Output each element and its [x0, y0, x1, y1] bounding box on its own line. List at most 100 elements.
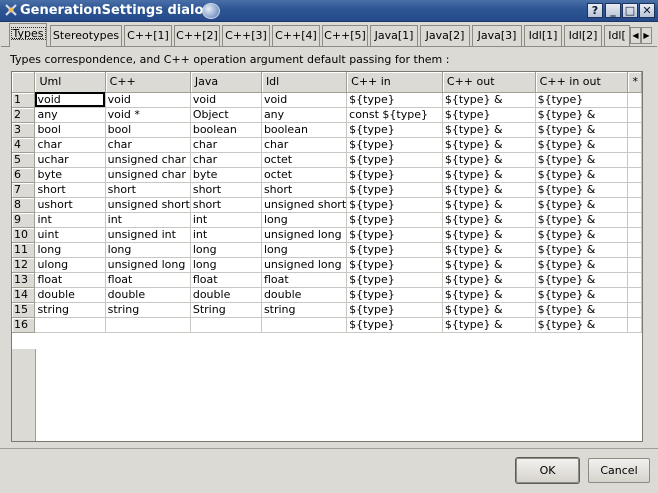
cell-java[interactable]: short: [190, 182, 262, 198]
cell-cpp-in-out[interactable]: ${type} &: [535, 227, 629, 243]
row-number[interactable]: 12: [12, 257, 36, 273]
cell-cpp[interactable]: unsigned short: [105, 197, 191, 213]
cell-cpp-in[interactable]: ${type}: [346, 212, 443, 228]
cell-uml[interactable]: uchar: [34, 152, 106, 168]
cell-cpp-out[interactable]: ${type} &: [442, 302, 536, 318]
cell-uml[interactable]: int: [34, 212, 106, 228]
row-number[interactable]: 5: [12, 152, 36, 168]
cell-cpp-in-out[interactable]: ${type} &: [535, 167, 629, 183]
row-number[interactable]: 8: [12, 197, 36, 213]
cell-idl[interactable]: octet: [261, 167, 348, 183]
cell-cpp-out[interactable]: ${type} &: [442, 272, 536, 288]
tab-cpp-4[interactable]: C++[4]: [272, 25, 320, 46]
tab-java-3[interactable]: Java[3]: [472, 25, 522, 46]
tab-cpp-1[interactable]: C++[1]: [124, 25, 172, 46]
tab-cpp-2[interactable]: C++[2]: [174, 25, 220, 46]
cell-delete[interactable]: [627, 92, 642, 108]
cell-idl[interactable]: long: [261, 212, 348, 228]
cell-delete[interactable]: [627, 227, 642, 243]
column-header-cpp-in[interactable]: C++ in: [346, 72, 443, 93]
cell-cpp-in-out[interactable]: ${type} &: [535, 272, 629, 288]
cell-uml[interactable]: short: [34, 182, 106, 198]
cell-uml[interactable]: long: [34, 242, 106, 258]
cell-cpp[interactable]: [105, 317, 191, 333]
cell-uml[interactable]: [34, 317, 106, 333]
table-row[interactable]: 12 ulong unsigned long long unsigned long ${t…: [12, 257, 642, 273]
cell-delete[interactable]: [627, 212, 642, 228]
table-row[interactable]: 3 bool bool boolean boolean ${type} ${type} & $…: [12, 122, 642, 138]
cell-java[interactable]: [190, 317, 262, 333]
cell-cpp-in[interactable]: ${type}: [346, 167, 443, 183]
cell-cpp-in[interactable]: ${type}: [346, 272, 443, 288]
table-row[interactable]: 5 uchar unsigned char char octet ${type} ${typ…: [12, 152, 642, 168]
table-row[interactable]: 16 ${type} ${type} & ${type} &: [12, 317, 642, 333]
table-row[interactable]: 10 uint unsigned int int unsigned long ${type…: [12, 227, 642, 243]
cell-idl[interactable]: long: [261, 242, 348, 258]
cell-cpp-out[interactable]: ${type} &: [442, 137, 536, 153]
cell-delete[interactable]: [627, 257, 642, 273]
cell-idl[interactable]: short: [261, 182, 348, 198]
cell-cpp-out[interactable]: ${type} &: [442, 317, 536, 333]
cell-cpp-out[interactable]: ${type}: [442, 107, 536, 123]
cell-cpp-in-out[interactable]: ${type} &: [535, 182, 629, 198]
row-number[interactable]: 9: [12, 212, 36, 228]
cell-cpp-out[interactable]: ${type} &: [442, 212, 536, 228]
table-row[interactable]: 4 char char char char ${type} ${type} & ${type}…: [12, 137, 642, 153]
cell-cpp[interactable]: unsigned char: [105, 152, 191, 168]
tab-types[interactable]: Types: [9, 23, 47, 47]
table-row[interactable]: 7 short short short short ${type} ${type} & ${t…: [12, 182, 642, 198]
cell-delete[interactable]: [627, 107, 642, 123]
window-menu-icon[interactable]: [4, 3, 18, 17]
table-row[interactable]: 9 int int int long ${type} ${type} & ${type} &: [12, 212, 642, 228]
row-number[interactable]: 3: [12, 122, 36, 138]
cell-cpp[interactable]: char: [105, 137, 191, 153]
cell-cpp-in[interactable]: ${type}: [346, 197, 443, 213]
cell-uml[interactable]: byte: [34, 167, 106, 183]
tab-java-2[interactable]: Java[2]: [420, 25, 470, 46]
cell-delete[interactable]: [627, 122, 642, 138]
cell-uml[interactable]: char: [34, 137, 106, 153]
cell-idl[interactable]: float: [261, 272, 348, 288]
tab-scroll-left-icon[interactable]: ◀: [630, 27, 641, 44]
row-number[interactable]: 13: [12, 272, 36, 288]
cell-uml[interactable]: float: [34, 272, 106, 288]
ok-button[interactable]: OK: [516, 458, 579, 483]
cell-cpp[interactable]: int: [105, 212, 191, 228]
cell-cpp-in-out[interactable]: ${type}: [535, 92, 629, 108]
cell-cpp-in-out[interactable]: ${type} &: [535, 197, 629, 213]
cell-delete[interactable]: [627, 197, 642, 213]
table-row[interactable]: 13 float float float float ${type} ${type} & ${…: [12, 272, 642, 288]
cell-cpp-out[interactable]: ${type} &: [442, 257, 536, 273]
cell-idl[interactable]: any: [261, 107, 348, 123]
cell-uml[interactable]: void: [34, 92, 106, 108]
cell-uml[interactable]: uint: [34, 227, 106, 243]
cell-java[interactable]: Object: [190, 107, 262, 123]
row-number[interactable]: 16: [12, 317, 36, 333]
column-header-cpp[interactable]: C++: [105, 72, 191, 93]
cell-cpp[interactable]: void *: [105, 107, 191, 123]
cell-uml[interactable]: ulong: [34, 257, 106, 273]
cell-uml[interactable]: double: [34, 287, 106, 303]
cell-java[interactable]: short: [190, 197, 262, 213]
cell-cpp-out[interactable]: ${type} &: [442, 122, 536, 138]
cell-delete[interactable]: [627, 152, 642, 168]
tab-java-1[interactable]: Java[1]: [370, 25, 418, 46]
cell-uml[interactable]: string: [34, 302, 106, 318]
cell-idl[interactable]: boolean: [261, 122, 348, 138]
cell-delete[interactable]: [627, 302, 642, 318]
cell-cpp-in[interactable]: ${type}: [346, 92, 443, 108]
tab-scroll-right-icon[interactable]: ▶: [641, 27, 652, 44]
cell-java[interactable]: double: [190, 287, 262, 303]
cell-cpp-out[interactable]: ${type} &: [442, 197, 536, 213]
minimize-button[interactable]: _: [605, 3, 621, 18]
maximize-button[interactable]: □: [622, 3, 638, 18]
types-table[interactable]: Uml C++ Java Idl C++ in C++ out C++ in o…: [11, 71, 643, 442]
column-header-delete[interactable]: *: [627, 72, 642, 93]
cell-cpp-in[interactable]: const ${type}: [346, 107, 443, 123]
tab-idl-1[interactable]: Idl[1]: [524, 25, 562, 46]
cell-java[interactable]: String: [190, 302, 262, 318]
cell-cpp-in[interactable]: ${type}: [346, 182, 443, 198]
cell-cpp-in-out[interactable]: ${type} &: [535, 257, 629, 273]
cell-cpp-in-out[interactable]: ${type} &: [535, 242, 629, 258]
cell-cpp-in-out[interactable]: ${type} &: [535, 152, 629, 168]
